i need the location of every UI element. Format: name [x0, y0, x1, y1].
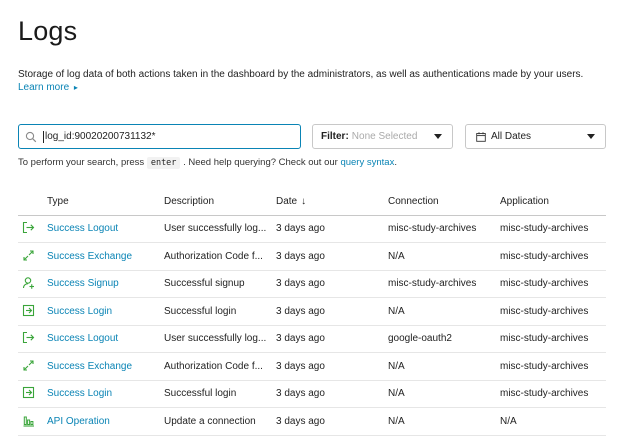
filter-select[interactable]: Filter: None Selected [312, 124, 453, 149]
event-date: 3 days ago [276, 242, 388, 271]
event-date: 3 days ago [276, 270, 388, 298]
search-input[interactable]: log_id:90020200731132* [18, 124, 301, 149]
event-description: Successful signup [164, 270, 276, 298]
header-icon [18, 188, 47, 216]
event-type-link[interactable]: Success Logout [47, 333, 118, 344]
event-connection: google-oauth2 [388, 325, 500, 353]
header-date-label: Date [276, 195, 298, 207]
event-application: misc-study-archives [500, 297, 606, 326]
event-type-link[interactable]: Success Exchange [47, 361, 132, 372]
page-title: Logs [18, 16, 78, 46]
search-help: To perform your search, press enter . Ne… [18, 157, 397, 169]
event-connection: N/A [388, 242, 500, 271]
table-row[interactable]: API Operation Update a connection 3 days a… [18, 407, 606, 436]
table-row[interactable]: Success Login Successful login 3 days ago N… [18, 380, 606, 408]
event-type-link[interactable]: API Operation [47, 416, 110, 427]
sort-arrow-icon: ↓ [301, 195, 307, 207]
calendar-icon [476, 131, 486, 142]
event-connection: misc-study-archives [388, 270, 500, 298]
event-connection: N/A [388, 297, 500, 326]
event-type-link[interactable]: Success Signup [47, 278, 119, 289]
api-operation-icon [21, 413, 35, 427]
event-description: User successfully log... [164, 325, 276, 353]
table-header: Type Description Date ↓ Connection Applic… [18, 188, 606, 216]
login-icon [21, 303, 35, 317]
text-cursor [43, 130, 44, 143]
header-type[interactable]: Type [47, 188, 164, 216]
event-connection: N/A [388, 352, 500, 381]
event-description: Successful login [164, 380, 276, 408]
signup-icon [21, 276, 35, 290]
logout-icon [21, 331, 35, 345]
event-connection: misc-study-archives [388, 215, 500, 243]
event-connection: N/A [388, 380, 500, 408]
event-type-link[interactable]: Success Login [47, 306, 112, 317]
learn-more-link[interactable]: Learn more ▸ [18, 82, 78, 93]
page-intro: Storage of log data of both actions take… [18, 69, 584, 80]
learn-more-label: Learn more [18, 82, 70, 93]
event-date: 3 days ago [276, 380, 388, 408]
help-suffix: . [394, 157, 397, 168]
search-icon [25, 130, 39, 144]
table-row[interactable]: Success Logout User successfully log... 3 … [18, 325, 606, 353]
table-row[interactable]: Success Signup Successful signup 3 days ag… [18, 270, 606, 298]
chevron-down-icon [434, 134, 442, 139]
event-application: misc-study-archives [500, 380, 606, 408]
logs-table: Type Description Date ↓ Connection Applic… [18, 188, 606, 436]
event-application: misc-study-archives [500, 325, 606, 353]
exchange-icon [21, 248, 35, 262]
query-syntax-link[interactable]: query syntax [340, 157, 394, 168]
event-connection: N/A [388, 407, 500, 436]
table-row[interactable]: Success Exchange Authorization Code f... 3… [18, 242, 606, 271]
header-connection[interactable]: Connection [388, 188, 500, 216]
enter-key: enter [146, 157, 181, 169]
event-type-link[interactable]: Success Logout [47, 223, 118, 234]
event-description: Authorization Code f... [164, 352, 276, 381]
event-date: 3 days ago [276, 407, 388, 436]
header-application[interactable]: Application [500, 188, 606, 216]
event-description: User successfully log... [164, 215, 276, 243]
event-application: N/A [500, 407, 606, 436]
header-description[interactable]: Description [164, 188, 276, 216]
filter-label: Filter: [321, 131, 349, 142]
event-date: 3 days ago [276, 352, 388, 381]
learn-more-caret-icon: ▸ [73, 83, 78, 92]
event-description: Update a connection [164, 407, 276, 436]
date-select-label: All Dates [491, 131, 532, 142]
table-row[interactable]: Success Login Successful login 3 days ago N… [18, 297, 606, 326]
event-application: misc-study-archives [500, 215, 606, 243]
event-description: Authorization Code f... [164, 242, 276, 271]
event-application: misc-study-archives [500, 352, 606, 381]
event-type-link[interactable]: Success Login [47, 388, 112, 399]
event-date: 3 days ago [276, 215, 388, 243]
logout-icon [21, 221, 35, 235]
exchange-icon [21, 358, 35, 372]
chevron-down-icon [587, 134, 595, 139]
table-row[interactable]: Success Logout User successfully log... 3 … [18, 215, 606, 243]
filter-placeholder: None Selected [351, 131, 418, 142]
event-description: Successful login [164, 297, 276, 326]
event-application: misc-study-archives [500, 270, 606, 298]
help-prefix: To perform your search, press [18, 157, 145, 168]
event-date: 3 days ago [276, 297, 388, 326]
login-icon [21, 386, 35, 400]
event-application: misc-study-archives [500, 242, 606, 271]
table-row[interactable]: Success Exchange Authorization Code f... 3… [18, 352, 606, 381]
event-type-link[interactable]: Success Exchange [47, 251, 132, 262]
header-date[interactable]: Date ↓ [276, 188, 388, 216]
search-value: log_id:90020200731132* [45, 131, 156, 142]
date-select[interactable]: All Dates [465, 124, 606, 149]
help-middle: . Need help querying? Check out our [183, 157, 338, 168]
event-date: 3 days ago [276, 325, 388, 353]
